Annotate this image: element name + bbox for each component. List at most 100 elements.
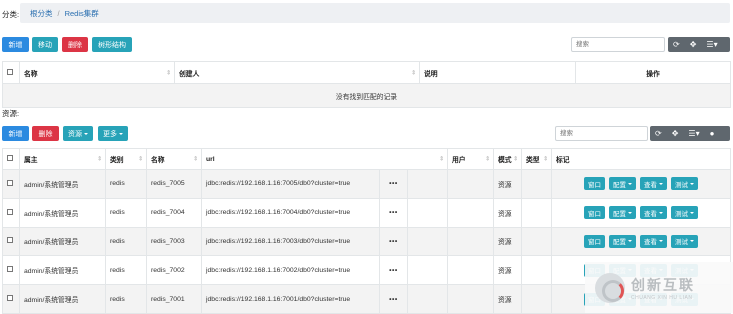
window-button[interactable]: 窗口 [584, 177, 605, 191]
test-button[interactable]: 测试 [671, 234, 698, 248]
table-row[interactable]: admin/系统管理员 redis redis_7003 jdbc:redis://1… [2, 226, 731, 257]
resources-label: 资源: [2, 109, 20, 118]
more-dropdown-button[interactable]: 更多 [98, 126, 128, 141]
type-cell: 资源 [493, 226, 522, 257]
col-user[interactable]: 用户 ⇕ [447, 148, 494, 170]
more-button[interactable]: ••• [379, 284, 408, 314]
row-actions: 窗口配置查看测试 [551, 169, 731, 199]
flag-cell [521, 226, 552, 257]
empty-message: 没有找到匹配的记录 [2, 83, 731, 108]
type-cell: 资源 [493, 255, 522, 286]
user-icon[interactable]: ● [705, 126, 720, 141]
more-button[interactable]: ••• [379, 169, 408, 199]
columns-menu-icon[interactable]: ☰▾ [701, 37, 722, 52]
table-row[interactable]: admin/系统管理员 redis redis_7005 jdbc:redis://1… [2, 169, 731, 199]
resource-add-button[interactable]: 新增 [2, 126, 29, 141]
flag-cell [521, 197, 552, 228]
mode-cell [447, 226, 494, 257]
resource-search-input[interactable] [555, 126, 648, 141]
category-add-button[interactable]: 新增 [2, 37, 29, 52]
col-name[interactable]: 名称 ⇕ [19, 61, 175, 84]
row-checkbox[interactable] [2, 284, 20, 314]
test-button[interactable]: 测试 [671, 206, 698, 220]
select-all-checkbox[interactable] [2, 61, 20, 84]
category-move-button[interactable]: 移动 [32, 37, 58, 52]
col-mode[interactable]: 模式 ⇕ [493, 148, 522, 170]
category-cell: redis [105, 226, 147, 257]
category-cell: redis [105, 255, 147, 286]
category-cell: redis [105, 169, 147, 199]
breadcrumb-current[interactable]: Redis集群 [65, 8, 99, 19]
breadcrumb-root[interactable]: 根分类 [30, 8, 53, 19]
watermark-subtext: CHUANG XIN HU LIAN [631, 294, 693, 301]
flag-cell [521, 169, 552, 199]
move-arrows-icon[interactable]: ✥ [667, 126, 684, 141]
logo-icon [595, 272, 625, 303]
row-checkbox[interactable] [2, 197, 20, 228]
config-button[interactable]: 配置 [609, 206, 636, 220]
refresh-icon[interactable]: ⟳ [668, 37, 685, 52]
user-cell [407, 255, 448, 286]
owner-cell: admin/系统管理员 [19, 169, 106, 199]
owner-cell: admin/系统管理员 [19, 284, 106, 314]
row-checkbox[interactable] [2, 255, 20, 286]
more-button[interactable]: ••• [379, 226, 408, 257]
category-table: 名称 ⇕ 创建人 ⇕ 说明 操作 没有找到匹配的记录 [2, 61, 731, 108]
mode-cell [447, 255, 494, 286]
flag-cell [521, 255, 552, 286]
breadcrumb-separator: / [57, 8, 60, 18]
columns-menu-icon[interactable]: ☰▾ [683, 126, 704, 141]
row-actions: 窗口配置查看测试 [551, 226, 731, 257]
col-name[interactable]: 名称 ⇕ [146, 148, 202, 170]
col-type[interactable]: 类型 ⇕ [521, 148, 552, 170]
window-button[interactable]: 窗口 [584, 234, 605, 248]
row-checkbox[interactable] [2, 226, 20, 257]
url-cell: jdbc:redis://192.168.1.16:7005/db0?clust… [201, 169, 380, 199]
col-actions: 操作 [575, 61, 731, 84]
resource-delete-button[interactable]: 删除 [32, 126, 59, 141]
row-actions: 窗口配置查看测试 [551, 197, 731, 228]
mode-cell [447, 197, 494, 228]
col-description[interactable]: 说明 [419, 61, 576, 84]
category-cell: redis [105, 284, 147, 314]
url-cell: jdbc:redis://192.168.1.16:7004/db0?clust… [201, 197, 380, 228]
name-cell: redis_7003 [146, 226, 202, 257]
config-button[interactable]: 配置 [609, 177, 636, 191]
window-button[interactable]: 窗口 [584, 206, 605, 220]
col-creator[interactable]: 创建人 ⇕ [174, 61, 420, 84]
category-search-input[interactable] [571, 37, 665, 52]
resource-table: 属主⇕ 类别⇕ 名称⇕ url⇕ 用户⇕ 模式⇕ 类型⇕ 标记 操作 [2, 148, 731, 170]
mode-cell [447, 169, 494, 199]
row-checkbox[interactable] [2, 169, 20, 199]
owner-cell: admin/系统管理员 [19, 197, 106, 228]
view-button[interactable]: 查看 [640, 234, 667, 248]
user-cell [407, 197, 448, 228]
table-row[interactable]: admin/系统管理员 redis redis_7004 jdbc:redis://1… [2, 197, 731, 228]
type-cell: 资源 [493, 284, 522, 314]
category-delete-button[interactable]: 删除 [62, 37, 88, 52]
type-cell: 资源 [493, 169, 522, 199]
resource-dropdown-button[interactable]: 资源 [63, 126, 93, 141]
name-cell: redis_7004 [146, 197, 202, 228]
move-arrows-icon[interactable]: ✥ [685, 37, 702, 52]
refresh-icon[interactable]: ⟳ [650, 126, 667, 141]
type-cell: 资源 [493, 197, 522, 228]
col-category[interactable]: 类别 ⇕ [105, 148, 147, 170]
view-button[interactable]: 查看 [640, 177, 667, 191]
name-cell: redis_7005 [146, 169, 202, 199]
col-flag[interactable]: 标记 [551, 148, 731, 170]
url-cell: jdbc:redis://192.168.1.16:7003/db0?clust… [201, 226, 380, 257]
select-all-checkbox[interactable] [2, 148, 20, 170]
resource-table-tools: ⟳ ✥ ☰▾ ● [650, 126, 730, 141]
tree-structure-button[interactable]: 树形结构 [92, 37, 132, 52]
more-button[interactable]: ••• [379, 197, 408, 228]
config-button[interactable]: 配置 [609, 234, 636, 248]
col-url[interactable]: url ⇕ [201, 148, 448, 170]
more-button[interactable]: ••• [379, 255, 408, 286]
category-cell: redis [105, 197, 147, 228]
watermark-text: 创新互联 [631, 276, 695, 293]
url-cell: jdbc:redis://192.168.1.16:7002/db0?clust… [201, 255, 380, 286]
col-owner[interactable]: 属主 ⇕ [19, 148, 106, 170]
test-button[interactable]: 测试 [671, 177, 698, 191]
view-button[interactable]: 查看 [640, 206, 667, 220]
